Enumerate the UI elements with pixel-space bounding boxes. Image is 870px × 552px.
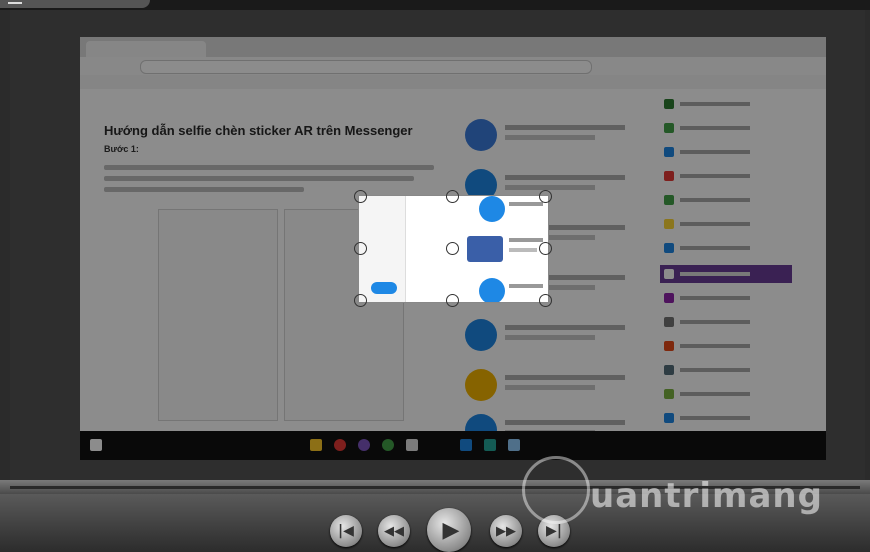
rewind-button[interactable]: ◀◀ — [378, 515, 410, 547]
resize-handle-top[interactable] — [446, 190, 459, 203]
resize-handle-bottom-left[interactable] — [354, 294, 367, 307]
skip-previous-button[interactable]: |◀ — [330, 515, 362, 547]
rewind-icon: ◀◀ — [384, 523, 404, 539]
play-icon: ▶ — [442, 517, 460, 543]
resize-handle-top-left[interactable] — [354, 190, 367, 203]
skip-next-icon: ▶| — [546, 523, 562, 539]
skip-previous-icon: |◀ — [338, 523, 354, 539]
play-button[interactable]: ▶ — [427, 508, 471, 552]
fast-forward-button[interactable]: ▶▶ — [490, 515, 522, 547]
resize-handle-center[interactable] — [446, 242, 459, 255]
resize-handle-left[interactable] — [354, 242, 367, 255]
resize-handle-right[interactable] — [539, 242, 552, 255]
window-tab[interactable] — [0, 0, 150, 8]
watermark-text: uantrimang — [590, 476, 823, 516]
fast-forward-icon: ▶▶ — [496, 523, 516, 539]
resize-handle-bottom[interactable] — [446, 294, 459, 307]
resize-handle-top-right[interactable] — [539, 190, 552, 203]
window-top-bar — [0, 0, 870, 10]
resize-handle-bottom-right[interactable] — [539, 294, 552, 307]
watermark-logo — [522, 456, 590, 524]
